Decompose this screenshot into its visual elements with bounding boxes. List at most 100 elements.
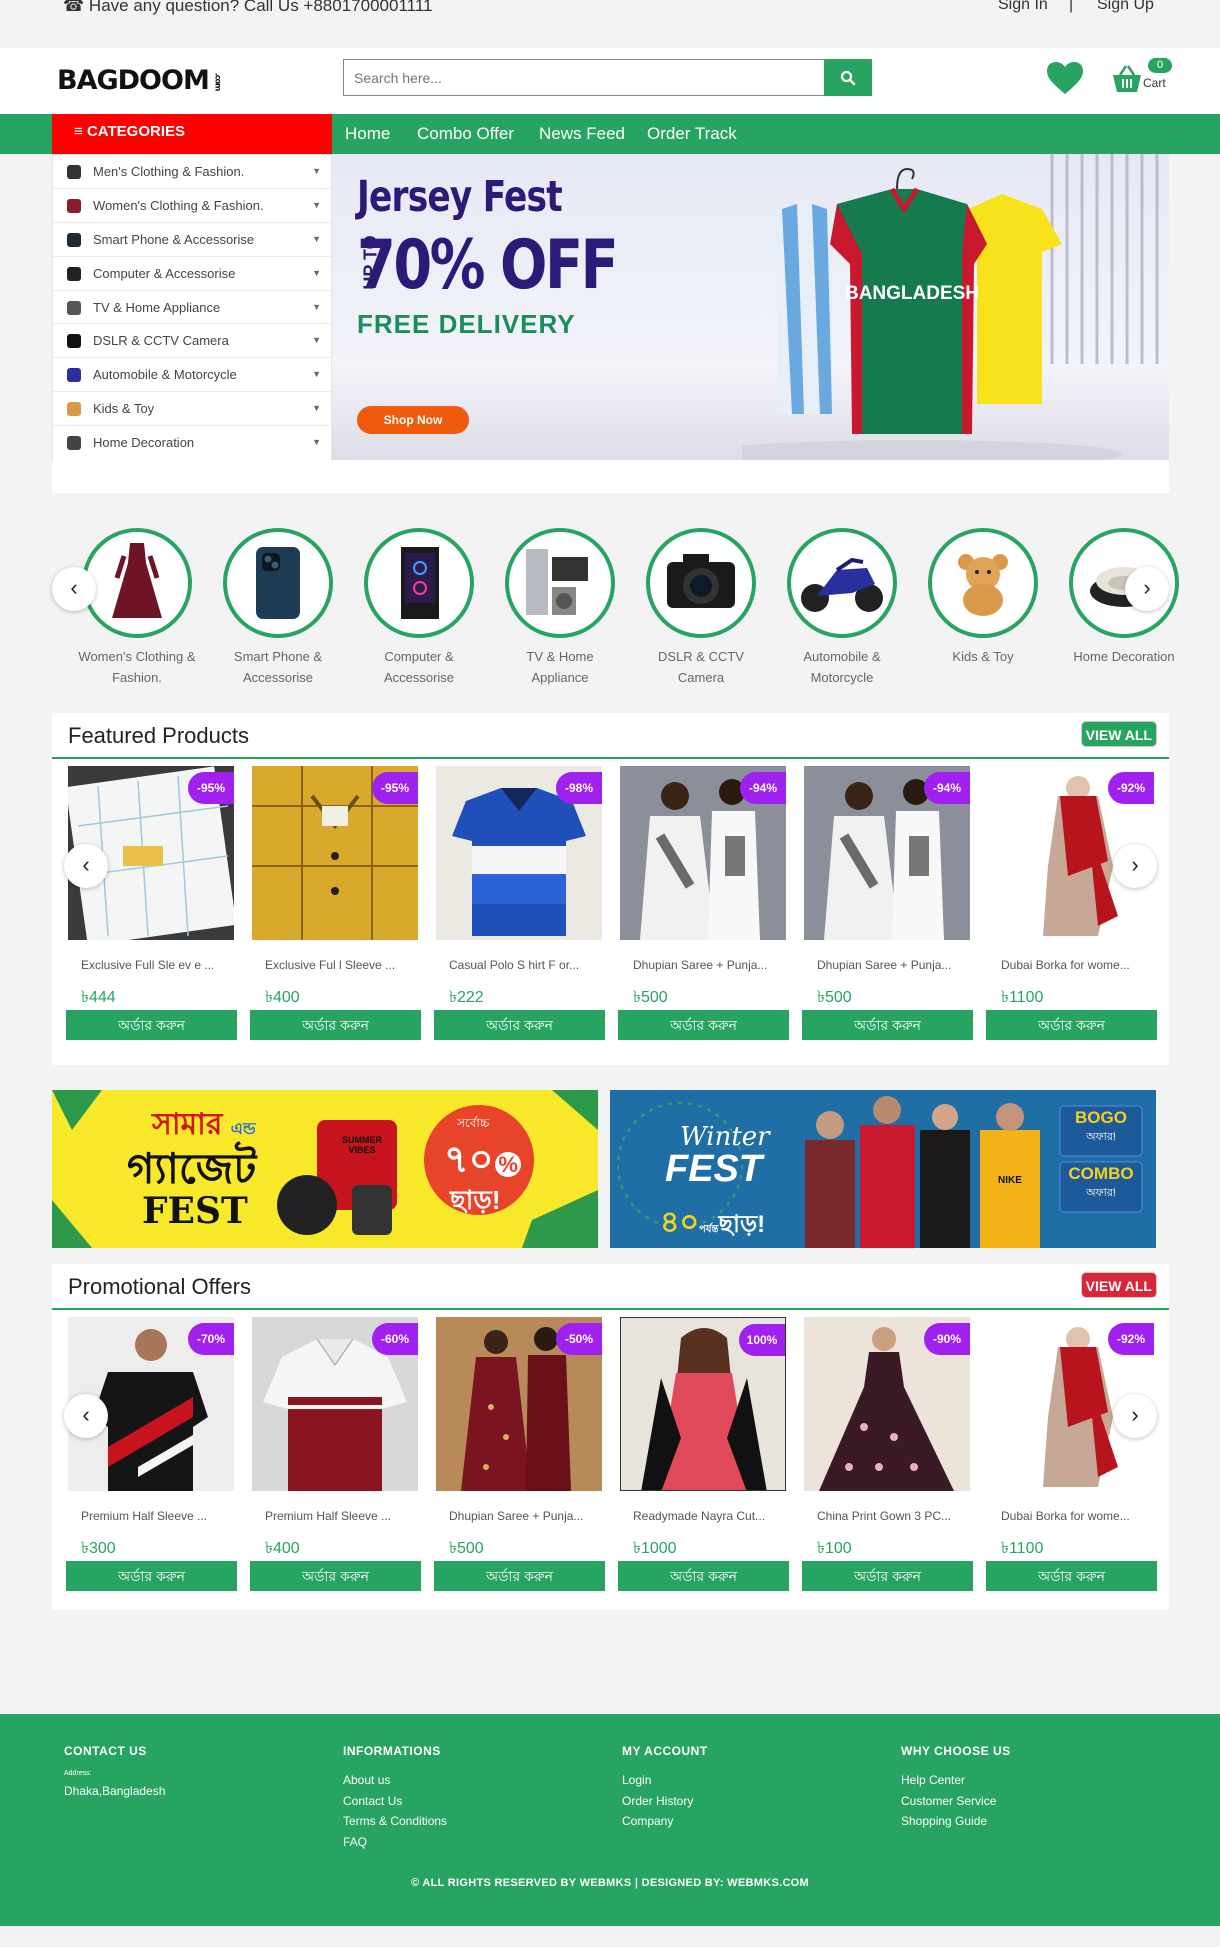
order-button[interactable]: অর্ডার করুন [250,1010,421,1040]
product-name[interactable]: China Print Gown 3 PC... [802,1491,973,1531]
discount-badge: -92% [1108,1323,1154,1355]
footer-my-account: MY ACCOUNT Login Order History Company [622,1744,708,1832]
product-card[interactable]: -95% Exclusive Full Sle ev e ... ৳444 অর… [66,766,237,1040]
category-item-computer[interactable]: Computer & Accessorise ▼ [53,257,331,291]
product-name[interactable]: Dubai Borka for wome... [986,940,1157,980]
promotional-prev-button[interactable]: ‹ [64,1394,108,1438]
contact-phone-text: ☎ Have any question? Call Us +8801700001… [63,0,432,16]
category-item-dslr-cctv[interactable]: DSLR & CCTV Camera ▼ [53,324,331,359]
promo-left-line3: FEST [142,1190,248,1232]
order-button[interactable]: অর্ডার করুন [986,1010,1157,1040]
circle-category-tv-home-appliance[interactable]: TV & Home Appliance [490,528,630,688]
order-button[interactable]: অর্ডার করুন [802,1561,973,1591]
category-item-smart-phone[interactable]: Smart Phone & Accessorise ▼ [53,223,331,257]
featured-prev-button[interactable]: ‹ [64,844,108,888]
promo-right-combo-sub: অফার! [1086,1187,1116,1199]
footer-link-terms[interactable]: Terms & Conditions [343,1811,447,1832]
featured-next-button[interactable]: › [1113,844,1157,888]
summer-gadget-fest-banner[interactable]: সামার এন্ড গ্যাজেট FEST SUMMER VIBES সর্… [52,1090,598,1248]
basket-icon [1113,65,1141,92]
carousel-prev-button[interactable]: ‹ [52,567,96,611]
product-name[interactable]: Dhupian Saree + Punja... [618,940,789,980]
nav-link-combo-offer[interactable]: Combo Offer [417,114,514,154]
footer-link-company[interactable]: Company [622,1811,708,1832]
product-card[interactable]: 100% Readymade Nayra Cut... ৳1000 অর্ডার… [618,1317,789,1591]
category-item-tv-home-appliance[interactable]: TV & Home Appliance ▼ [53,291,331,325]
footer-link-order-history[interactable]: Order History [622,1791,708,1812]
product-card[interactable]: -92% Dubai Borka for wome... ৳1100 অর্ডা… [986,1317,1157,1591]
product-name[interactable]: Dubai Borka for wome... [986,1491,1157,1531]
site-logo[interactable]: BAGDOOM .com [57,65,226,96]
winter-fest-banner[interactable]: Winter FEST ৪০পর্যন্তছাড়! NIKE BOGO অফা… [610,1090,1156,1248]
order-button[interactable]: অর্ডার করুন [434,1561,605,1591]
product-name[interactable]: Dhupian Saree + Punja... [434,1491,605,1531]
footer-link-login[interactable]: Login [622,1770,708,1791]
sign-in-link[interactable]: Sign In [998,0,1048,14]
order-button[interactable]: অর্ডার করুন [618,1561,789,1591]
order-button[interactable]: অর্ডার করুন [986,1561,1157,1591]
category-item-automobile[interactable]: Automobile & Motorcycle ▼ [53,358,331,393]
product-price: ৳500 [449,1540,484,1557]
product-card[interactable]: -98% Casual Polo S hirt F or... ৳222 অর্… [434,766,605,1040]
product-name[interactable]: Casual Polo S hirt F or... [434,940,605,980]
svg-text:BANGLADESH: BANGLADESH [845,283,979,304]
footer-link-faq[interactable]: FAQ [343,1832,447,1853]
nav-link-home[interactable]: Home [345,114,390,154]
chevron-down-icon: ▼ [312,369,321,380]
order-button[interactable]: অর্ডার করুন [618,1010,789,1040]
featured-view-all-button[interactable]: VIEW ALL [1080,721,1157,747]
promotional-next-button[interactable]: › [1113,1394,1157,1438]
footer-link-customer-service[interactable]: Customer Service [901,1791,1011,1812]
product-card[interactable]: -90% China Print Gown 3 PC... ৳100 অর্ডা… [802,1317,973,1591]
product-card[interactable]: -92% Dubai Borka for wome... ৳1100 অর্ডা… [986,766,1157,1040]
search-input[interactable] [344,60,824,95]
circle-category-dslr-cctv[interactable]: DSLR & CCTV Camera [631,528,771,688]
order-button[interactable]: অর্ডার করুন [434,1010,605,1040]
product-card[interactable]: -95% Exclusive Ful l Sleeve ... ৳400 অর্… [250,766,421,1040]
product-card[interactable]: -94% Dhupian Saree + Punja... ৳500 অর্ডা… [802,766,973,1040]
circle-category-home-decoration[interactable]: Home Decoration [1054,528,1194,667]
category-item-mens-clothing[interactable]: Men's Clothing & Fashion. ▼ [53,155,331,189]
shop-now-button[interactable]: Shop Now [357,406,469,434]
category-item-home-decoration[interactable]: Home Decoration ▼ [53,426,331,460]
product-name[interactable]: Premium Half Sleeve ... [66,1491,237,1531]
order-button[interactable]: অর্ডার করুন [66,1010,237,1040]
nav-link-news-feed[interactable]: News Feed [539,114,625,154]
footer-link-about[interactable]: About us [343,1770,447,1791]
circle-category-smart-phone[interactable]: Smart Phone & Accessorise [208,528,348,688]
categories-menu-toggle[interactable]: ≡ CATEGORIES [52,114,332,154]
product-price: ৳1000 [633,1540,677,1557]
order-button[interactable]: অর্ডার করুন [250,1561,421,1591]
order-button[interactable]: অর্ডার করুন [66,1561,237,1591]
promotional-view-all-button[interactable]: VIEW ALL [1080,1272,1157,1298]
teddy-bear-icon [67,402,81,417]
product-card[interactable]: -70% Premium Half Sleeve ... ৳300 অর্ডার… [66,1317,237,1591]
circle-category-computer[interactable]: Computer & Accessorise [349,528,489,688]
product-name[interactable]: Dhupian Saree + Punja... [802,940,973,980]
search-button[interactable] [824,59,872,96]
product-name[interactable]: Exclusive Ful l Sleeve ... [250,940,421,980]
wishlist-heart-icon[interactable] [1045,60,1085,100]
footer-link-contact[interactable]: Contact Us [343,1791,447,1812]
circle-category-kids-toy[interactable]: Kids & Toy [913,528,1053,667]
category-item-kids-toy[interactable]: Kids & Toy ▼ [53,392,331,427]
product-card[interactable]: -50% Dhupian Saree + Punja... ৳500 অর্ডা… [434,1317,605,1591]
footer-link-help-center[interactable]: Help Center [901,1770,1011,1791]
category-item-womens-clothing[interactable]: Women's Clothing & Fashion. ▼ [53,189,331,223]
hero-banner[interactable]: Jersey Fest UP TO 70% OFF FREE DELIVERY … [332,154,1169,460]
order-button[interactable]: অর্ডার করুন [802,1010,973,1040]
sign-up-link[interactable]: Sign Up [1097,0,1154,14]
product-price: ৳500 [817,989,852,1006]
nav-link-order-track[interactable]: Order Track [647,114,737,154]
carousel-next-button[interactable]: › [1125,567,1169,611]
product-card[interactable]: -60% Premium Half Sleeve ... ৳400 অর্ডার… [250,1317,421,1591]
cushion-icon [67,436,81,451]
cart-button[interactable]: 0 Cart [1110,58,1172,98]
product-card[interactable]: -94% Dhupian Saree + Punja... ৳500 অর্ডা… [618,766,789,1040]
product-name[interactable]: Premium Half Sleeve ... [250,1491,421,1531]
footer-link-shopping-guide[interactable]: Shopping Guide [901,1811,1011,1832]
product-name[interactable]: Readymade Nayra Cut... [618,1491,789,1531]
product-name[interactable]: Exclusive Full Sle ev e ... [66,940,237,980]
circle-category-womens-clothing[interactable]: Women's Clothing & Fashion. [67,528,207,688]
circle-category-automobile[interactable]: Automobile & Motorcycle [772,528,912,688]
